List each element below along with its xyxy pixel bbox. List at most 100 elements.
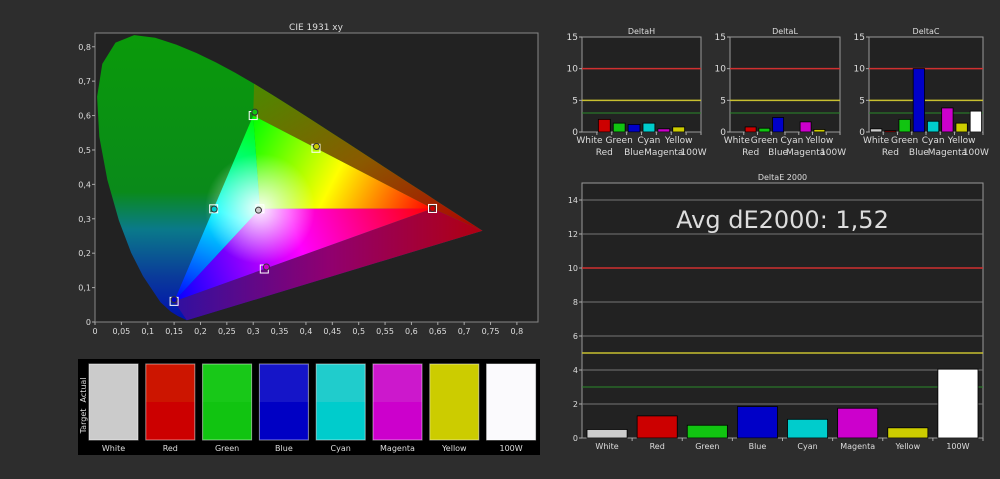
y-tick-label: 0	[86, 318, 91, 327]
swatch-label: Green	[215, 444, 239, 453]
bar-cyan	[927, 120, 940, 133]
swatch-actual-blue	[259, 364, 309, 402]
swatch-label: Yellow	[441, 444, 467, 453]
bar-magenta	[941, 107, 954, 133]
x-tick-label: 0,05	[112, 327, 130, 336]
chart-title: DeltaH	[628, 27, 655, 36]
y-tick-label: 8	[573, 298, 578, 307]
swatch-label: Magenta	[380, 444, 415, 453]
y-tick-label: 15	[567, 33, 578, 43]
y-tick-label: 0,5	[78, 146, 91, 155]
x-tick-label: Red	[742, 148, 759, 158]
y-tick-label: 6	[573, 332, 578, 341]
x-tick-label: 100W	[820, 148, 846, 158]
y-tick-label: 10	[568, 264, 578, 273]
bar-green	[686, 424, 728, 439]
x-tick-label: 0,8	[511, 327, 524, 336]
swatch-label: 100W	[500, 444, 523, 453]
x-tick-label: White	[863, 136, 890, 146]
y-tick-label: 12	[568, 230, 578, 239]
x-tick-label: Cyan	[922, 136, 945, 146]
swatch-target-green	[202, 402, 252, 440]
x-tick-label: 0,7	[458, 327, 471, 336]
x-tick-label: Cyan	[780, 136, 803, 146]
x-tick-label: Red	[882, 148, 899, 158]
swatch-label: White	[102, 444, 125, 453]
x-tick-label: 0	[92, 327, 97, 336]
bar-red	[744, 126, 757, 133]
bar-100w	[937, 368, 979, 439]
swatch-actual-yellow	[429, 364, 479, 402]
chart-deltae-2000: DeltaE 2000 0 2 4 6 8 10 12 14 White Red Green Blue C…	[568, 173, 984, 451]
y-tick-label: 2	[573, 400, 578, 409]
y-tick-label: 15	[715, 33, 726, 43]
x-tick-label: White	[724, 136, 751, 146]
y-tick-label: 0,3	[78, 215, 91, 224]
x-tick-label: Yellow	[805, 136, 834, 146]
bar-magenta	[837, 407, 879, 439]
chart-deltal: DeltaL051015WhiteRedGreenBlueCyanMagenta…	[715, 27, 847, 158]
x-tick-label: 0,25	[218, 327, 236, 336]
x-tick-label: Cyan	[797, 442, 817, 451]
x-tick-label: 100W	[963, 148, 989, 158]
x-tick-label: 0,55	[376, 327, 394, 336]
swatch-label: Red	[163, 444, 178, 453]
x-tick-label: Green	[695, 442, 719, 451]
swatch-target-red	[145, 402, 195, 440]
x-tick-label: 0,75	[482, 327, 500, 336]
swatch-target-magenta	[373, 402, 422, 440]
x-tick-label: Green	[891, 136, 918, 146]
bar-yellow	[813, 129, 826, 133]
swatch-target-100w	[486, 402, 536, 440]
x-tick-label: Green	[606, 136, 633, 146]
x-tick-label: 0,65	[429, 327, 447, 336]
x-tick-label: White	[595, 442, 618, 451]
x-tick-label: Yellow	[664, 136, 693, 146]
x-tick-label: 0,45	[323, 327, 341, 336]
swatch-label: Cyan	[331, 444, 351, 453]
bar-blue	[912, 68, 925, 133]
bar-green	[758, 127, 771, 133]
swatch-actual-white	[89, 364, 138, 402]
cie-title: CIE 1931 xy	[289, 23, 344, 33]
actual-point-yellow	[313, 143, 320, 151]
plot-area	[729, 36, 841, 133]
x-tick-label: Blue	[749, 442, 767, 451]
y-tick-label: 0,4	[78, 180, 91, 189]
x-tick-label: Green	[751, 136, 778, 146]
actual-point-blue	[170, 296, 178, 304]
bar-green	[612, 122, 626, 133]
plot-area	[581, 36, 702, 133]
bar-blue	[736, 406, 778, 439]
x-tick-label: Yellow	[894, 442, 920, 451]
y-tick-label: 0	[573, 434, 578, 443]
y-tick-label: 15	[854, 33, 865, 43]
bar-yellow	[887, 427, 929, 439]
avg-de-annotation: Avg dE2000: 1,52	[676, 206, 889, 234]
actual-label: Actual	[79, 377, 88, 402]
y-tick-label: 4	[573, 366, 578, 375]
bar-cyan	[642, 122, 656, 133]
swatch-actual-green	[202, 364, 252, 402]
y-tick-label: 0,6	[78, 112, 91, 121]
x-tick-label: 0,5	[352, 327, 365, 336]
bar-white	[870, 128, 883, 133]
swatch-target-yellow	[429, 402, 479, 440]
bar-magenta	[657, 128, 671, 133]
bar-red	[636, 415, 678, 439]
chart-deltah: DeltaH051015WhiteRedGreenBlueCyanMagenta…	[567, 27, 707, 158]
swatch-target-cyan	[316, 402, 366, 440]
x-tick-label: Red	[596, 148, 613, 158]
actual-point-cyan	[210, 205, 218, 213]
swatch-actual-100w	[486, 364, 536, 402]
x-tick-label: Cyan	[638, 136, 661, 146]
y-tick-label: 0,8	[78, 43, 91, 52]
bar-blue	[627, 124, 641, 133]
swatch-actual-cyan	[316, 364, 366, 402]
target-label: Target	[79, 409, 88, 435]
chart-title: DeltaL	[772, 27, 798, 36]
actual-point-magenta	[262, 263, 270, 271]
y-tick-label: 10	[567, 65, 579, 75]
x-tick-label: Red	[650, 442, 665, 451]
actual-point-red	[429, 204, 437, 212]
